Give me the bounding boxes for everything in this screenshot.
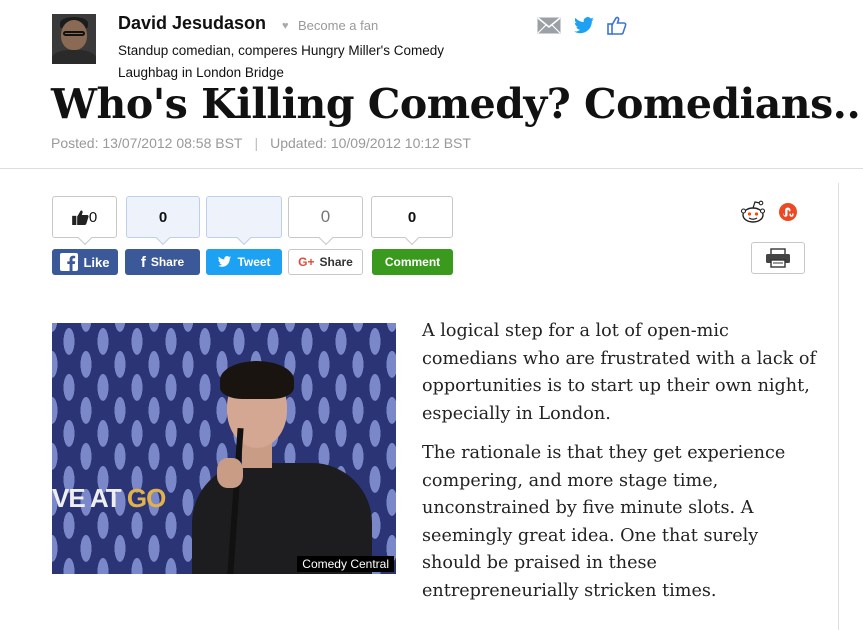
facebook-f-icon: f <box>140 253 146 271</box>
article-title: Who's Killing Comedy? Comedians... <box>51 80 863 128</box>
author-name[interactable]: David Jesudason <box>118 13 266 34</box>
comment-button[interactable]: Comment <box>372 249 453 275</box>
image-credit: Comedy Central <box>297 556 394 572</box>
comment-counter: 0 <box>371 196 453 238</box>
facebook-like-label: Like <box>83 254 110 270</box>
reddit-icon[interactable] <box>740 200 766 229</box>
article-image[interactable]: VE AT GO Comedy Central <box>52 323 396 574</box>
article-dates: Posted: 13/07/2012 08:58 BST | Updated: … <box>51 135 471 151</box>
stage-backdrop-text: VE AT GO <box>52 483 166 513</box>
comment-count: 0 <box>407 208 417 226</box>
printer-icon <box>766 248 790 268</box>
comment-label: Comment <box>384 255 441 269</box>
google-share-counter: 0 <box>288 196 363 238</box>
author-social-icons <box>537 16 627 40</box>
stumbleupon-icon[interactable] <box>779 203 797 226</box>
date-separator: | <box>254 135 259 151</box>
facebook-icon <box>60 253 79 271</box>
tweet-button[interactable]: Tweet <box>206 249 282 275</box>
google-plus-share-button[interactable]: G+ Share <box>288 249 363 275</box>
google-plus-icon: G+ <box>298 255 315 269</box>
updated-date: Updated: 10/09/2012 10:12 BST <box>270 135 471 151</box>
heart-icon: ♥ <box>282 19 289 32</box>
facebook-like-button[interactable]: Like <box>52 249 118 275</box>
twitter-icon[interactable] <box>573 16 595 40</box>
google-plus-share-label: Share <box>319 255 353 269</box>
become-a-fan-link[interactable]: ♥ Become a fan <box>282 18 378 33</box>
thumbs-up-filled-icon <box>71 209 89 225</box>
thumbs-up-icon[interactable] <box>607 16 627 40</box>
paragraph: The rationale is that they get experienc… <box>422 443 786 601</box>
author-bio: Standup comedian, comperes Hungry Miller… <box>118 43 444 80</box>
like-count: 0 <box>88 208 98 226</box>
facebook-share-counter: 0 <box>126 196 200 238</box>
print-button[interactable] <box>751 242 805 274</box>
tweet-counter <box>206 196 282 238</box>
google-share-count: 0 <box>320 207 331 226</box>
twitter-bird-icon <box>218 256 232 267</box>
paragraph: A logical step for a lot of open-mic com… <box>422 321 817 424</box>
tweet-label: Tweet <box>237 255 271 269</box>
article-body: A logical step for a lot of open-mic com… <box>422 318 817 617</box>
posted-date: Posted: 13/07/2012 08:58 BST <box>51 135 243 151</box>
facebook-share-count: 0 <box>158 208 168 226</box>
header-divider <box>0 168 863 169</box>
mail-icon[interactable] <box>537 17 561 39</box>
like-counter: 0 <box>52 196 117 238</box>
facebook-share-label: Share <box>150 255 185 269</box>
author-photo[interactable] <box>52 14 96 64</box>
sidebar-divider <box>838 183 839 630</box>
facebook-share-button[interactable]: f Share <box>125 249 200 275</box>
become-a-fan-label: Become a fan <box>298 18 379 33</box>
